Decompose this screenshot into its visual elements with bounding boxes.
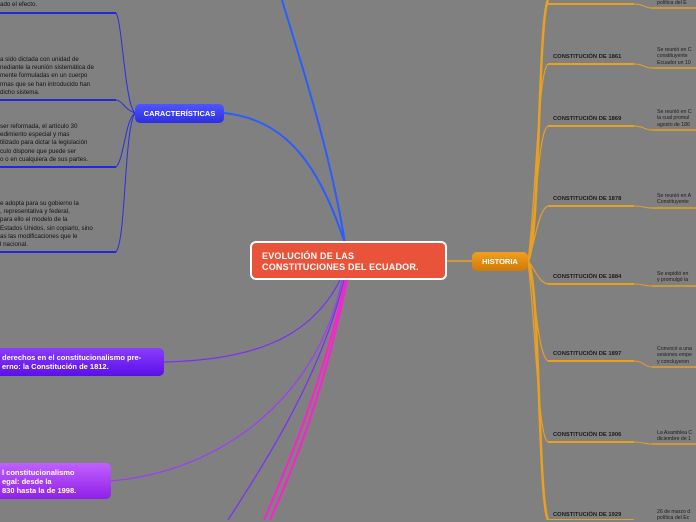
constitution-text: Se reunió en C la cual promul agosto de … <box>657 109 692 128</box>
derechos-node[interactable]: derechos en el constitucionalismo pre- e… <box>0 348 164 376</box>
constitution-text: Se reunió en A Constituyente <box>657 193 692 206</box>
caracteristicas-node[interactable]: CARACTERÍSTICAS <box>135 104 224 123</box>
constitucionalismo-node[interactable]: l constitucionalismo egal: desde la 830 … <box>0 463 111 499</box>
constitucionalismo-label: l constitucionalismo egal: desde la 830 … <box>2 468 77 495</box>
constitution-title[interactable]: CONSTITUCIÓN DE 1861 <box>553 54 621 60</box>
constitution-title[interactable]: CONSTITUCIÓN DE 1897 <box>553 351 621 357</box>
constitution-title[interactable]: CONSTITUCIÓN DE 1878 <box>553 196 621 202</box>
characteristic-text-1: ado el efecto. <box>0 1 38 8</box>
caracteristicas-label: CARACTERÍSTICAS <box>143 109 216 118</box>
characteristic-text-3: ser reformada, el artículo 30 edimiento … <box>0 123 89 163</box>
constitution-text: Convocó a una sesiones empe y concluyero… <box>657 346 692 365</box>
characteristic-text-4: e adopta para su gobierno la , represent… <box>0 200 93 249</box>
central-topic[interactable]: EVOLUCIÓN DE LAS CONSTITUCIONES DEL ECUA… <box>250 241 447 280</box>
constitution-title[interactable]: CONSTITUCIÓN DE 1906 <box>553 432 621 438</box>
characteristic-text-2: a sido dictada con unidad de nediante la… <box>0 56 94 96</box>
derechos-label: derechos en el constitucionalismo pre- e… <box>2 353 142 371</box>
constitution-title[interactable]: CONSTITUCIÓN DE 1929 <box>553 512 621 518</box>
constitution-text: La Asamblea C diciembre de 1 <box>657 430 693 443</box>
constitution-title[interactable]: CONSTITUCIÓN DE 1869 <box>553 116 621 122</box>
constitution-text: Se expidió en y promulgó la <box>657 271 689 284</box>
historia-node[interactable]: HISTORIA <box>472 252 528 271</box>
historia-label: HISTORIA <box>482 257 518 266</box>
constitution-text: política del E <box>657 0 687 6</box>
constitution-title[interactable]: CONSTITUCIÓN DE 1884 <box>553 274 621 280</box>
constitution-text: Se reunió en C constituyente Ecuador un … <box>657 47 692 66</box>
central-topic-title: EVOLUCIÓN DE LAS CONSTITUCIONES DEL ECUA… <box>262 251 419 272</box>
